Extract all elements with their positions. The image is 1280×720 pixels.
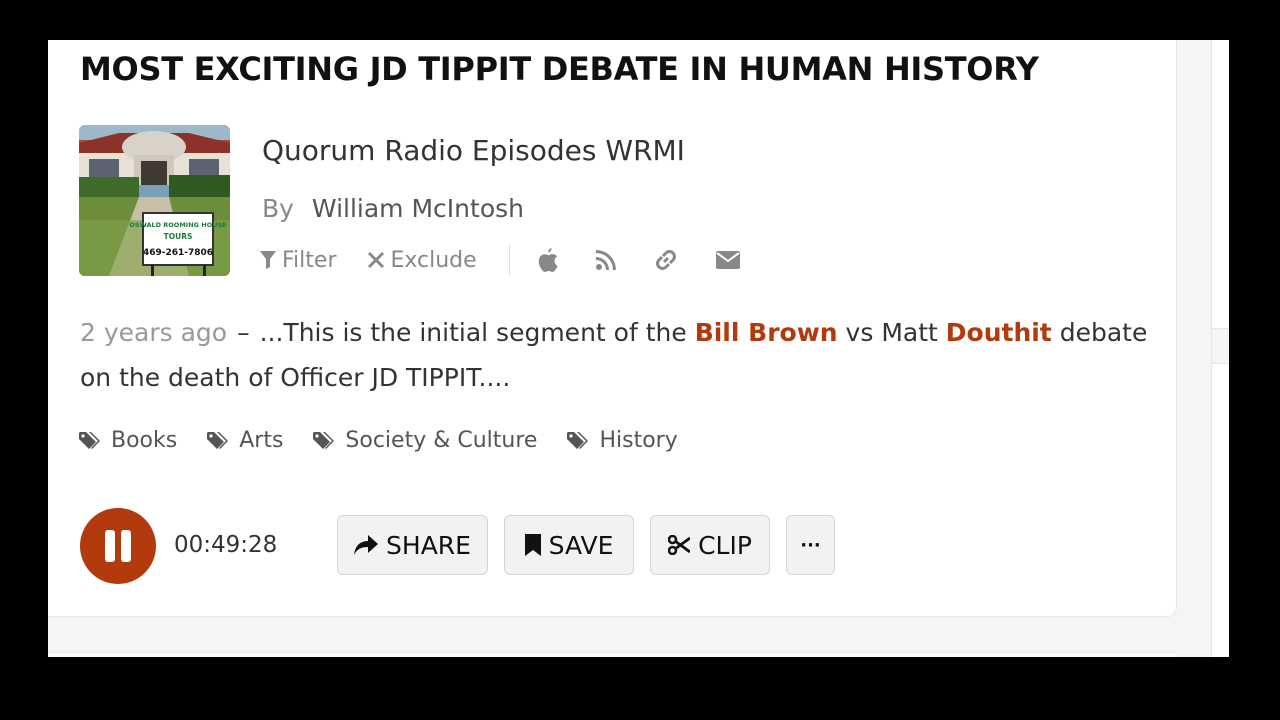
share-button[interactable]: SHARE bbox=[337, 515, 488, 575]
sign-line-3: 469-261-7806 bbox=[143, 248, 213, 258]
save-label: SAVE bbox=[548, 530, 614, 560]
tag-history[interactable]: History bbox=[567, 428, 678, 453]
pause-icon bbox=[105, 530, 131, 562]
description-text-1: ...This is the initial segment of the bbox=[259, 318, 695, 347]
tag-label: History bbox=[599, 428, 678, 453]
copy-link-button[interactable] bbox=[654, 248, 678, 272]
more-icon: ··· bbox=[800, 534, 821, 556]
exclude-label: Exclude bbox=[390, 247, 477, 273]
filter-button[interactable]: Filter bbox=[260, 248, 336, 273]
episode-description: 2 years ago – ...This is the initial segme… bbox=[80, 310, 1160, 400]
tags-icon bbox=[79, 431, 100, 449]
author-link[interactable]: William McIntosh bbox=[312, 194, 524, 223]
category-tags: Books Arts Society & Culture History bbox=[79, 428, 708, 453]
time-ago: 2 years ago bbox=[80, 318, 228, 347]
highlight-douthit: Douthit bbox=[945, 318, 1052, 347]
apple-podcasts-link[interactable] bbox=[538, 248, 558, 272]
tag-label: Arts bbox=[239, 428, 284, 453]
episode-tools: Filter Exclude bbox=[260, 244, 778, 276]
episode-card: MOST EXCITING JD TIPPIT DEBATE IN HUMAN … bbox=[48, 40, 1177, 617]
thumbnail-image: OSWALD ROOMING HOUSE TOURS 469-261-7806 bbox=[79, 125, 230, 276]
save-button[interactable]: SAVE bbox=[504, 515, 634, 575]
tag-label: Books bbox=[111, 428, 178, 453]
close-icon bbox=[368, 252, 385, 268]
tag-books[interactable]: Books bbox=[79, 428, 177, 453]
tag-label: Society & Culture bbox=[345, 428, 538, 453]
tools-divider bbox=[508, 245, 510, 275]
scissors-icon bbox=[668, 535, 691, 555]
tags-icon bbox=[207, 431, 229, 449]
episode-actions: SHARE SAVE CLIP ··· bbox=[337, 515, 851, 575]
description-text-2: vs Matt bbox=[837, 318, 946, 347]
pause-button[interactable] bbox=[80, 508, 156, 584]
exclude-button[interactable]: Exclude bbox=[368, 247, 477, 273]
podcast-name-link[interactable]: Quorum Radio Episodes WRMI bbox=[262, 134, 685, 167]
rss-icon bbox=[595, 250, 616, 270]
right-sidebar bbox=[1211, 40, 1229, 657]
email-icon bbox=[715, 251, 740, 269]
sidebar-gap bbox=[1212, 328, 1229, 364]
apple-icon bbox=[538, 248, 558, 272]
link-icon bbox=[655, 250, 676, 270]
next-episode-card bbox=[48, 652, 1176, 657]
tags-icon bbox=[567, 431, 589, 449]
highlight-bill-brown: Bill Brown bbox=[694, 318, 838, 347]
app-screen: MOST EXCITING JD TIPPIT DEBATE IN HUMAN … bbox=[48, 40, 1229, 657]
filter-label: Filter bbox=[282, 247, 337, 273]
sign-line-2: TOURS bbox=[164, 232, 193, 241]
bookmark-icon bbox=[524, 534, 541, 556]
tags-icon bbox=[313, 431, 335, 449]
clip-label: CLIP bbox=[698, 530, 752, 560]
by-label: By bbox=[262, 194, 294, 223]
byline: By William McIntosh bbox=[262, 194, 524, 223]
separator: – bbox=[237, 318, 250, 347]
share-icon bbox=[354, 535, 379, 555]
email-share-button[interactable] bbox=[715, 251, 740, 269]
tag-arts[interactable]: Arts bbox=[207, 428, 283, 453]
rss-feed-link[interactable] bbox=[595, 250, 616, 270]
tag-society-culture[interactable]: Society & Culture bbox=[313, 428, 537, 453]
filter-icon bbox=[260, 251, 276, 269]
more-options-button[interactable]: ··· bbox=[786, 515, 835, 575]
playback-time: 00:49:28 bbox=[174, 532, 278, 558]
clip-button[interactable]: CLIP bbox=[650, 515, 770, 575]
share-label: SHARE bbox=[386, 530, 471, 560]
podcast-thumbnail[interactable]: OSWALD ROOMING HOUSE TOURS 469-261-7806 bbox=[79, 125, 230, 276]
sign-line-1: OSWALD ROOMING HOUSE bbox=[129, 221, 226, 229]
episode-title[interactable]: MOST EXCITING JD TIPPIT DEBATE IN HUMAN … bbox=[80, 50, 1039, 88]
